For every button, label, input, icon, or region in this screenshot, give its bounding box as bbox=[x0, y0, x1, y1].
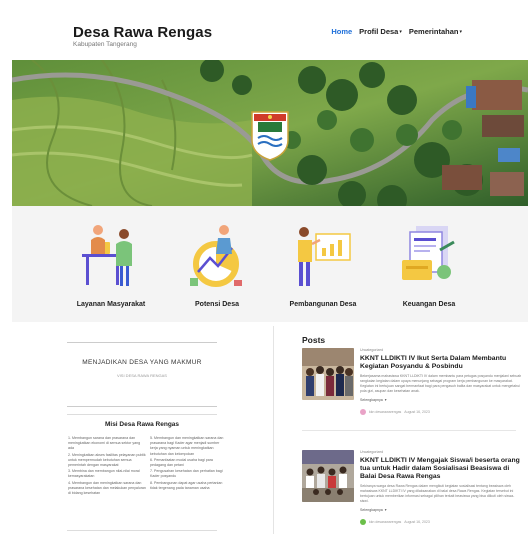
post-card: Uncategorized KKNT LLDIKTI IV Ikut Serta… bbox=[302, 348, 526, 448]
chevron-down-icon: ▾ bbox=[459, 28, 462, 35]
post-thumbnail[interactable] bbox=[302, 348, 354, 400]
service-potensi-desa[interactable]: Potensi Desa bbox=[162, 206, 272, 322]
post-photo-image bbox=[302, 348, 354, 400]
post-card: Uncategorized KKNT LLDIKTI IV Mengajak S… bbox=[302, 450, 526, 534]
read-more-label: Selengkapnya bbox=[360, 398, 383, 402]
nav-home[interactable]: Home bbox=[331, 27, 352, 36]
mission-item: 4. Membangun dan meningkatkan sarana dan… bbox=[68, 480, 146, 496]
read-more-link[interactable]: Selengkapnya ▾ bbox=[360, 508, 522, 512]
post-photo-image bbox=[302, 450, 354, 502]
divider bbox=[67, 530, 217, 531]
nav-profil-desa-label: Profil Desa bbox=[359, 27, 399, 36]
chevron-down-icon: ▾ bbox=[384, 398, 387, 402]
nav-pemerintahan[interactable]: Pemerintahan ▾ bbox=[409, 27, 462, 36]
divider bbox=[67, 414, 217, 415]
mission-item: 1. Membangun sarana dan prasarana dan me… bbox=[68, 436, 141, 451]
nav-home-label: Home bbox=[331, 27, 353, 36]
avatar bbox=[360, 519, 366, 525]
post-meta: kkn desarawarengas August 16, 2023 bbox=[360, 409, 522, 415]
post-category[interactable]: Uncategorized bbox=[360, 348, 522, 352]
mission-item: 5. Membangun dan meningkatkan sarana dan… bbox=[150, 436, 224, 456]
post-excerpt: Bekerjasama mahasiswa KKNT LLDIKTI IV da… bbox=[360, 374, 522, 393]
mission-item: 2. Meningkatkan akses fasilitas pelayana… bbox=[68, 452, 146, 468]
post-meta: kkn desarawarengas August 16, 2023 bbox=[360, 519, 522, 525]
site-subtitle: Kabupaten Tangerang bbox=[73, 41, 137, 48]
service-label: Pembangunan Desa bbox=[289, 301, 357, 308]
read-more-link[interactable]: Selengkapnya ▾ bbox=[360, 398, 522, 402]
community-service-illustration-icon bbox=[82, 225, 132, 286]
service-label: Layanan Masyarakat bbox=[76, 301, 146, 308]
service-keuangan-desa[interactable]: Keuangan Desa bbox=[374, 206, 484, 322]
avatar bbox=[360, 409, 366, 415]
village-finance-illustration-icon bbox=[402, 226, 455, 280]
village-development-illustration-icon bbox=[298, 227, 351, 286]
vision-subtitle: VISI DESA RAWA RENGAS bbox=[117, 373, 167, 378]
mission-item: 8. Pembangunan dapat agar usaha pertania… bbox=[150, 480, 223, 490]
village-potential-illustration-icon bbox=[190, 225, 242, 287]
chevron-down-icon: ▾ bbox=[384, 508, 387, 512]
post-date: August 16, 2023 bbox=[404, 520, 430, 524]
hero-banner bbox=[12, 60, 528, 206]
post-date: August 16, 2023 bbox=[404, 410, 430, 414]
aerial-village-image bbox=[12, 60, 528, 206]
posts-title: Posts bbox=[302, 335, 326, 345]
mission-item: 3. Membina dan membangun nilai-nilai mor… bbox=[68, 469, 140, 479]
service-label: Keuangan Desa bbox=[402, 301, 456, 308]
service-label: Potensi Desa bbox=[195, 301, 239, 308]
mission-title: Misi Desa Rawa Rengas bbox=[104, 421, 180, 428]
service-pembangunan-desa[interactable]: Pembangunan Desa bbox=[268, 206, 378, 322]
main-nav: Home Profil Desa ▾ Pemerintahan ▾ bbox=[331, 27, 462, 36]
divider bbox=[302, 430, 516, 431]
post-excerpt: Sekiranya warga desa Rawa Rengas dalam m… bbox=[360, 484, 515, 503]
post-title[interactable]: KKNT LLDIKTI IV Mengajak Siswa/i beserta… bbox=[360, 457, 522, 481]
post-author[interactable]: kkn desarawarengas bbox=[369, 520, 401, 524]
post-thumbnail[interactable] bbox=[302, 450, 354, 502]
vision-mission-section: MENJADIKAN DESA YANG MAKMUR VISI DESA RA… bbox=[12, 326, 274, 534]
vision-title: MENJADIKAN DESA YANG MAKMUR bbox=[82, 359, 202, 366]
post-body: Uncategorized KKNT LLDIKTI IV Mengajak S… bbox=[360, 450, 522, 525]
divider bbox=[67, 406, 217, 407]
village-emblem-icon bbox=[251, 111, 289, 161]
nav-profil-desa[interactable]: Profil Desa ▾ bbox=[359, 27, 402, 36]
mission-item: 7. Pengusahan kesehatan dan perhatian ba… bbox=[150, 469, 223, 479]
mission-list-right: 5. Membangun dan meningkatkan sarana dan… bbox=[150, 436, 228, 492]
nav-pemerintahan-label: Pemerintahan bbox=[408, 27, 459, 36]
post-category[interactable]: Uncategorized bbox=[360, 450, 522, 454]
service-layanan-masyarakat[interactable]: Layanan Masyarakat bbox=[56, 206, 166, 322]
posts-section: Posts Uncategorized KKNT LLDIKTI IV Ikut… bbox=[296, 326, 528, 534]
mission-item: 6. Pemanfaatan modal usaha bagi para ped… bbox=[150, 457, 213, 468]
site-title[interactable]: Desa Rawa Rengas bbox=[73, 24, 212, 41]
read-more-label: Selengkapnya bbox=[360, 508, 383, 512]
mission-list-left: 1. Membangun sarana dan prasarana dan me… bbox=[68, 436, 146, 497]
chevron-down-icon: ▾ bbox=[399, 28, 402, 35]
post-title[interactable]: KKNT LLDIKTI IV Ikut Serta Dalam Membant… bbox=[360, 355, 522, 371]
services-section: Layanan Masyarakat Potensi Desa Pembangu… bbox=[12, 206, 528, 322]
divider bbox=[67, 342, 217, 343]
post-body: Uncategorized KKNT LLDIKTI IV Ikut Serta… bbox=[360, 348, 522, 415]
post-author[interactable]: kkn desarawarengas bbox=[369, 410, 401, 414]
site-header: Desa Rawa Rengas Kabupaten Tangerang Hom… bbox=[0, 0, 528, 60]
